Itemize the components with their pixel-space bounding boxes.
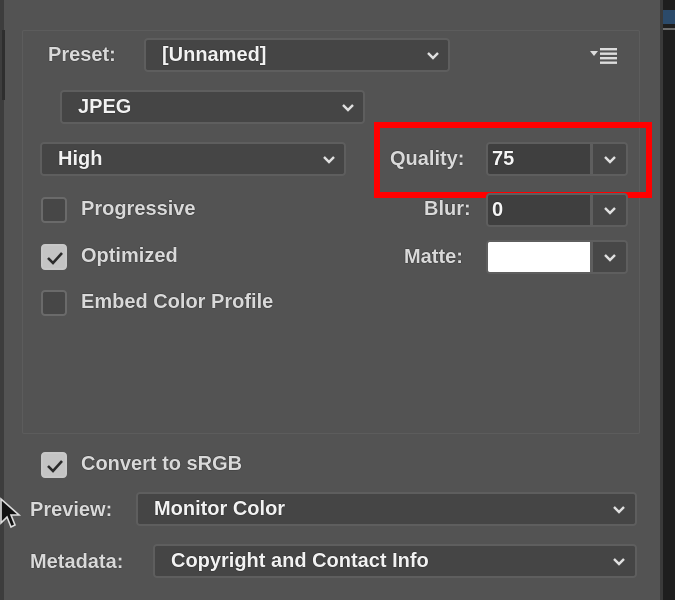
metadata-value: Copyright and Contact Info <box>171 550 429 572</box>
adjacent-window-strip <box>663 0 675 600</box>
checkmark-icon <box>47 252 63 265</box>
metadata-select[interactable]: Copyright and Contact Info <box>153 544 637 578</box>
preset-value: [Unnamed] <box>162 44 267 66</box>
preview-label: Preview: <box>30 499 113 521</box>
chevron-down-icon <box>341 103 355 113</box>
convert-srgb-checkbox[interactable] <box>41 452 67 478</box>
blur-input[interactable]: 0 <box>486 193 592 227</box>
progressive-label: Progressive <box>81 198 196 220</box>
chevron-down-icon <box>612 557 626 567</box>
chevron-down-icon <box>426 51 440 61</box>
compression-quality-value: High <box>58 148 103 170</box>
blur-combo[interactable]: 0 <box>486 193 628 227</box>
mouse-pointer-icon <box>0 497 22 533</box>
file-format-select[interactable]: JPEG <box>60 90 365 124</box>
adjacent-window-accent <box>663 10 675 24</box>
preset-select[interactable]: [Unnamed] <box>144 38 450 72</box>
optimized-checkbox[interactable] <box>41 244 67 270</box>
embed-color-profile-label: Embed Color Profile <box>81 291 274 313</box>
chevron-down-icon <box>322 155 336 165</box>
panel-menu-icon[interactable] <box>588 46 620 66</box>
convert-srgb-label: Convert to sRGB <box>81 453 243 475</box>
matte-label: Matte: <box>404 246 463 268</box>
metadata-label: Metadata: <box>30 551 124 573</box>
quality-highlight-annotation <box>374 122 652 198</box>
chevron-down-icon <box>603 206 617 216</box>
matte-combo[interactable] <box>486 240 628 274</box>
chevron-down-icon <box>612 505 626 515</box>
chevron-down-icon <box>603 253 617 263</box>
file-format-value: JPEG <box>78 96 132 118</box>
compression-quality-select[interactable]: High <box>40 142 346 176</box>
embed-color-profile-checkbox[interactable] <box>41 290 67 316</box>
preview-value: Monitor Color <box>154 498 286 520</box>
blur-dropdown-button[interactable] <box>592 193 628 227</box>
progressive-checkbox[interactable] <box>41 197 67 223</box>
matte-dropdown-button[interactable] <box>592 240 628 274</box>
panel-left-scroll-indicator <box>2 30 5 100</box>
preset-label: Preset: <box>48 44 116 66</box>
matte-color-swatch[interactable] <box>486 240 592 274</box>
adjacent-window-line <box>663 28 675 30</box>
checkmark-icon <box>47 460 63 473</box>
blur-value: 0 <box>492 199 504 221</box>
optimized-label: Optimized <box>81 245 178 267</box>
blur-label: Blur: <box>424 198 471 220</box>
preview-select[interactable]: Monitor Color <box>136 492 637 526</box>
